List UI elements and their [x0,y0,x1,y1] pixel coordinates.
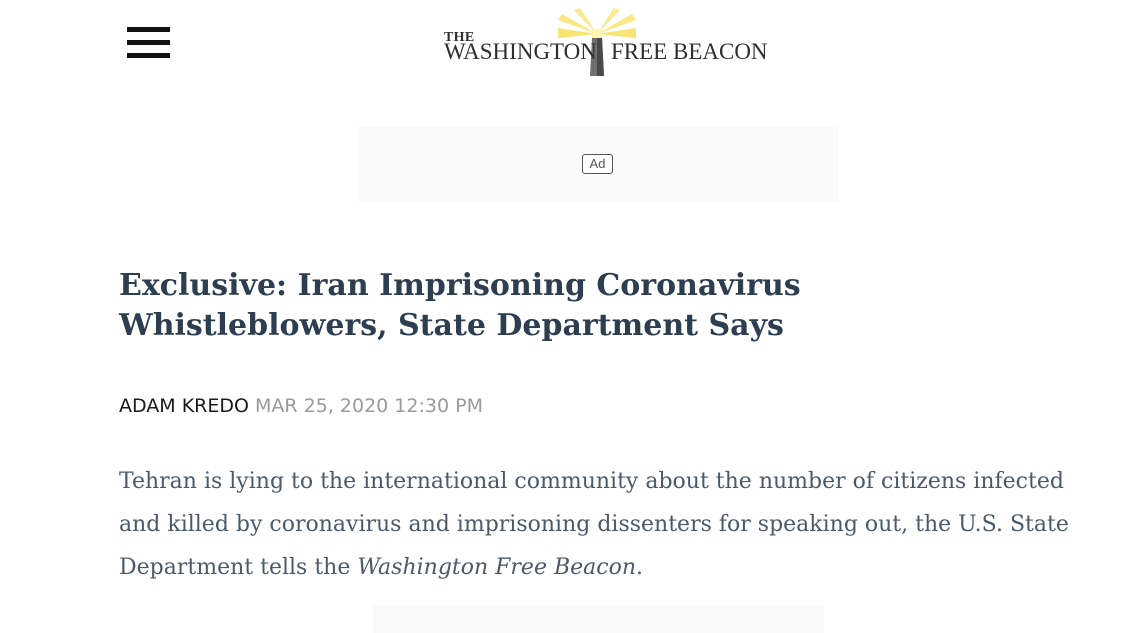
article-byline: ADAM KREDO MAR 25, 2020 12:30 PM [119,393,483,419]
article-headline: Exclusive: Iran Imprisoning Coronavirus … [119,268,801,343]
ad-badge: Ad [582,154,613,174]
lede-end: . [636,555,644,580]
menu-bar [127,40,170,45]
logo-free-beacon: FREE BEACON [611,39,768,64]
hamburger-menu-icon[interactable] [127,27,170,60]
ad-slot[interactable]: Ad [358,127,839,202]
article-lede: Tehran is lying to the international com… [119,460,1109,589]
menu-bar [127,53,170,58]
ad-slot-secondary[interactable] [373,605,824,633]
author-link[interactable]: ADAM KREDO [119,395,249,417]
logo-washington: WASHINGTON [444,39,597,64]
site-logo[interactable]: THE WASHINGTON FREE BEACON [440,8,768,84]
publish-date: MAR 25, 2020 12:30 PM [255,395,483,417]
menu-bar [127,27,170,32]
lede-publication: Washington Free Beacon [357,555,637,580]
